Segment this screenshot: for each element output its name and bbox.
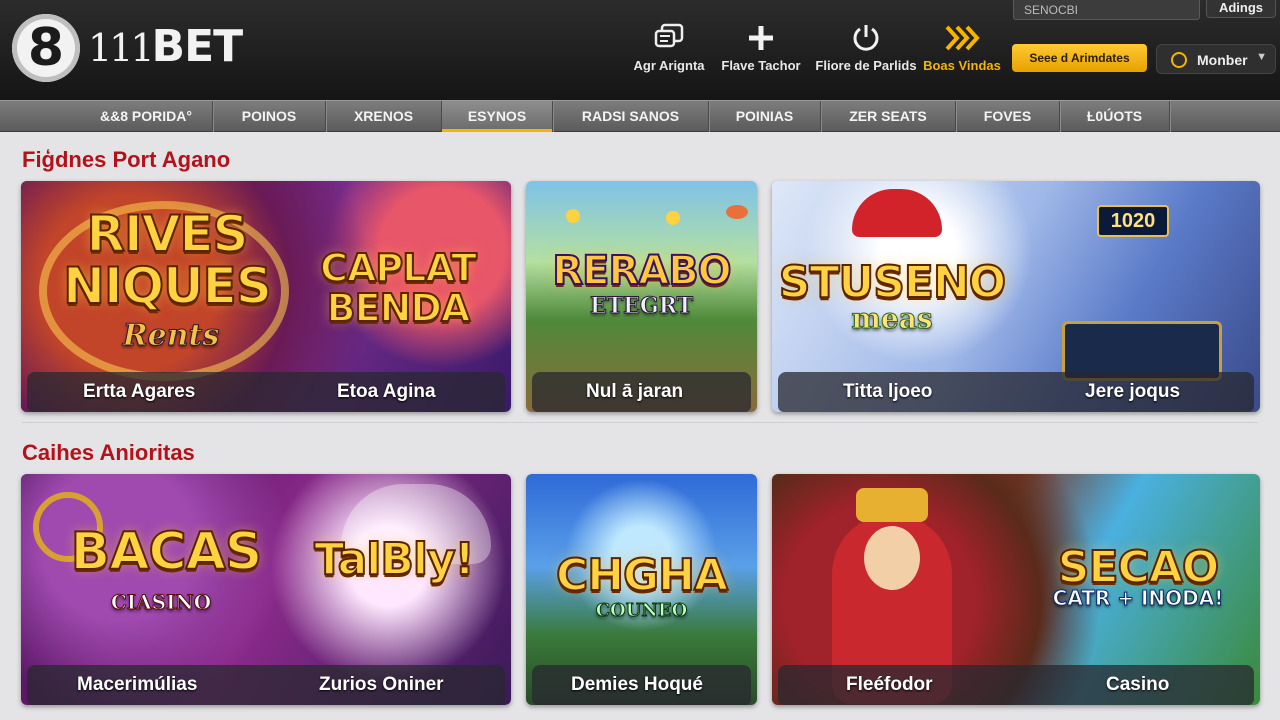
art-title-line: RIVES	[86, 205, 250, 263]
score-display: 1020	[1097, 205, 1169, 237]
nav-item-9[interactable]: Ƚ0ÚOTS	[1060, 101, 1170, 132]
game-card-bacas[interactable]: BACAS CIASINO TalBly! Macerimúlias Zurio…	[21, 474, 511, 705]
art-title-line: NIQUES	[62, 257, 273, 315]
game-card-chgha[interactable]: CHGHA COUNEO Demies Hoqué	[526, 474, 757, 705]
art-title-line: CHGHA	[555, 550, 729, 601]
art-subtitle: ETEGRT	[590, 293, 694, 319]
nav-item-8[interactable]: FOVES	[956, 101, 1060, 132]
art-title-line: TalBly!	[313, 534, 475, 585]
crown-icon	[856, 488, 928, 522]
card-caption: Casino	[1106, 674, 1170, 695]
top-header: 8 111BET Agr Arignta Flave Tachor Fliore…	[0, 0, 1280, 100]
nav-item-2[interactable]: POINOS	[213, 101, 326, 132]
quick-link-welcome[interactable]: Boas Vindas	[907, 18, 1017, 84]
card-caption: Macerimúlias	[77, 674, 198, 695]
admin-button[interactable]: Adings	[1206, 0, 1276, 18]
fast-forward-icon	[907, 18, 1017, 58]
promo-button[interactable]: Seee d Arimdates	[1012, 44, 1147, 72]
art-title-line: BACAS	[70, 522, 264, 582]
game-card-stuseno[interactable]: 1020 STUSENO meas Titta ljoeo Jere joqus	[772, 181, 1260, 412]
search-input[interactable]: SENOCBI	[1013, 0, 1200, 20]
logo-text: BET	[151, 21, 244, 72]
nav-item-5[interactable]: RADSI SANOS	[553, 101, 709, 132]
nav-item-4-active[interactable]: ESYNOS	[442, 101, 553, 132]
game-card-rerabo[interactable]: RERABO ETEGRT Nul ā jaran	[526, 181, 757, 412]
logo-number: 111	[88, 26, 155, 70]
quick-link-power[interactable]: Fliore de Parlids	[811, 18, 921, 84]
card-caption: Titta ljoeo	[843, 381, 933, 402]
card-caption: Jere joqus	[1085, 381, 1181, 402]
art-title-line: RERABO	[551, 248, 732, 294]
game-card-secao[interactable]: SECAO CATR + INODA! Fleéfodor Casino	[772, 474, 1260, 705]
logo-mark-digit: 8	[27, 18, 65, 78]
art-title-line: STUSENO	[778, 257, 1007, 308]
card-caption: Nul ā jaran	[586, 381, 684, 402]
face-icon	[864, 526, 920, 590]
card-caption: Fleéfodor	[846, 674, 933, 695]
category-nav: &&8 PORIDA° POINOS XRENOS ESYNOS RADSI S…	[0, 100, 1280, 132]
nav-item-7[interactable]: ZER SEATS	[821, 101, 956, 132]
logo-wordmark: 111BET	[88, 21, 244, 73]
card-caption: Zurios Oniner	[319, 674, 444, 695]
quick-link-label: Boas Vindas	[923, 58, 1001, 73]
logo-mark-icon: 8	[12, 14, 80, 82]
nav-item-3[interactable]: XRENOS	[326, 101, 442, 132]
art-title-line: BENDA	[326, 286, 472, 330]
art-subtitle: COUNEO	[595, 600, 688, 621]
member-label: Monber	[1197, 52, 1248, 68]
nav-item-6[interactable]: POINIAS	[709, 101, 821, 132]
quick-link-label: Fliore de Parlids	[815, 58, 917, 73]
art-subtitle: Rents	[122, 318, 220, 353]
chevron-down-icon: ▼	[1256, 51, 1267, 63]
status-ring-icon	[1171, 52, 1187, 68]
art-title-line: CAPLAT	[319, 246, 478, 290]
fruit-icon	[726, 205, 748, 219]
art-subtitle: CIASINO	[110, 590, 212, 614]
card-caption: Etoa Agina	[337, 381, 436, 402]
card-caption: Ertta Agares	[83, 381, 196, 402]
art-title-line: SECAO	[1057, 542, 1221, 593]
section-divider	[22, 422, 1258, 423]
power-icon	[811, 18, 921, 58]
coin-icon	[666, 211, 680, 225]
art-subtitle: meas	[851, 302, 933, 335]
nav-item-1[interactable]: &&8 PORIDA°	[80, 101, 213, 132]
section-title-recommended: Caihes Anioritas	[22, 440, 195, 465]
brand-logo[interactable]: 8 111BET	[12, 12, 272, 86]
card-caption: Demies Hoqué	[571, 674, 703, 695]
section-title-featured: Fiģdnes Port Agano	[22, 147, 231, 172]
game-card-rives-niques[interactable]: RIVES NIQUES Rents CAPLAT BENDA Ertta Ag…	[21, 181, 511, 412]
member-dropdown[interactable]: Monber ▼	[1156, 44, 1276, 74]
quick-link-label: Flave Tachor	[721, 58, 801, 73]
coin-icon	[566, 209, 580, 223]
plus-icon	[706, 18, 816, 58]
art-subtitle: CATR + INODA!	[1052, 586, 1224, 610]
quick-link-add[interactable]: Flave Tachor	[706, 18, 816, 84]
